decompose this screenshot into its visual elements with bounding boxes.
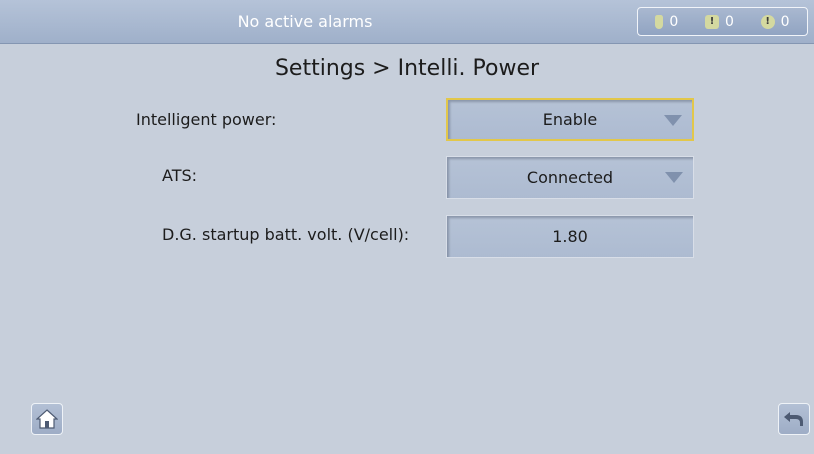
minor-alarm-counter: ! 0 (760, 13, 790, 30)
alarm-counter-panel[interactable]: 0 ! 0 ! 0 (637, 7, 808, 36)
intelligent-power-value: Enable (542, 110, 598, 129)
dropdown-arrow-icon (665, 172, 683, 183)
minor-alarm-icon: ! (760, 14, 775, 29)
ats-select[interactable]: Connected (446, 156, 694, 199)
major-alarm-icon: ! (705, 14, 720, 29)
home-button[interactable] (31, 403, 63, 435)
minor-alarm-count: 0 (780, 13, 790, 30)
critical-alarm-counter: 0 (655, 14, 678, 30)
ats-label: ATS: (162, 166, 198, 185)
alarm-status[interactable]: No active alarms (0, 0, 610, 43)
home-icon (36, 409, 58, 429)
ats-value: Connected (526, 168, 614, 187)
major-alarm-count: 0 (725, 13, 734, 30)
top-bar: No active alarms 0 ! 0 ! 0 (0, 0, 814, 44)
dg-startup-voltage-label: D.G. startup batt. volt. (V/cell): (162, 225, 410, 244)
critical-alarm-count: 0 (669, 13, 679, 30)
back-button[interactable] (778, 403, 810, 435)
critical-alarm-icon (655, 14, 664, 29)
dg-startup-voltage-field[interactable]: 1.80 (446, 215, 694, 258)
back-icon (784, 412, 803, 426)
intelligent-power-select[interactable]: Enable (446, 98, 694, 141)
intelligent-power-label: Intelligent power: (136, 110, 277, 129)
dropdown-arrow-icon (664, 115, 682, 126)
major-alarm-counter: ! 0 (705, 14, 734, 30)
page-title: Settings > Intelli. Power (274, 56, 540, 81)
dg-startup-voltage-value: 1.80 (552, 227, 588, 246)
